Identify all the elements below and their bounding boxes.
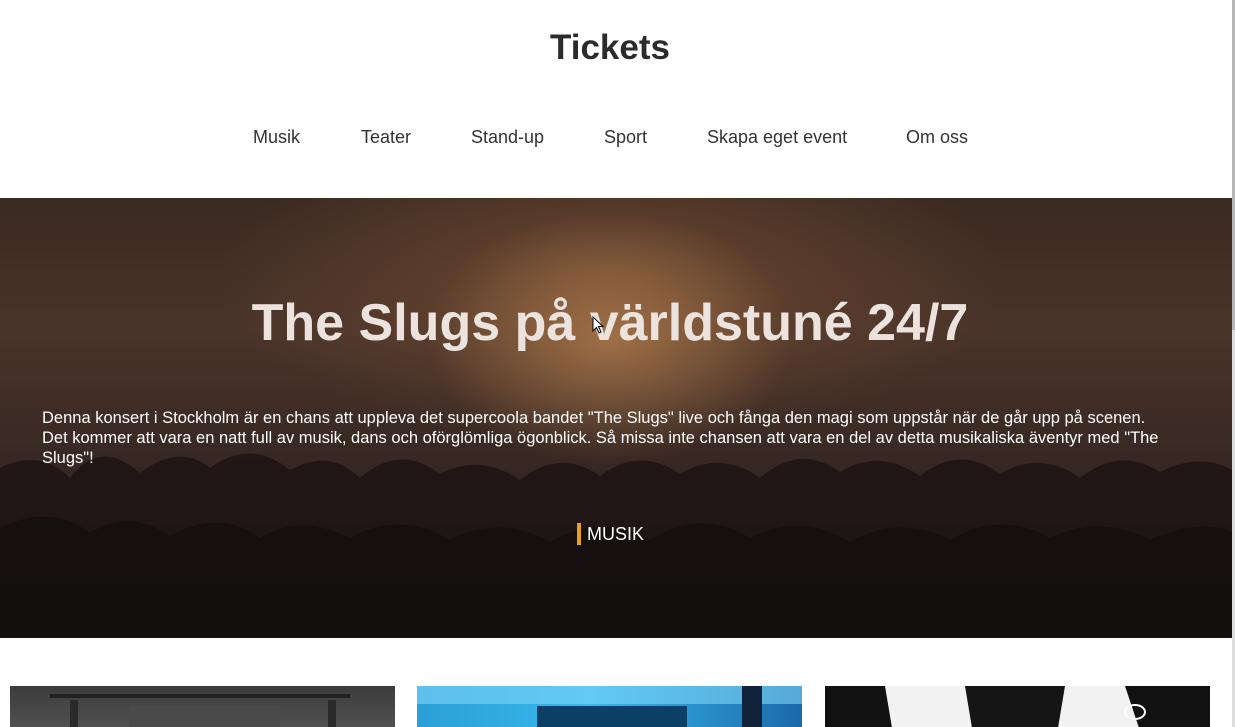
event-card-image: [417, 686, 802, 727]
nav-item-sport[interactable]: Sport: [604, 127, 647, 148]
hero-title: The Slugs på världstuné 24/7: [251, 294, 969, 352]
nav-item-teater[interactable]: Teater: [361, 127, 411, 148]
page: Tickets Musik Teater Stand-up Sport Skap…: [0, 0, 1235, 727]
category-tag[interactable]: MUSIK: [577, 523, 644, 545]
event-card-image: [825, 686, 1210, 727]
hero-description: Denna konsert i Stockholm är en chans at…: [42, 409, 1159, 467]
nav-item-om-oss[interactable]: Om oss: [906, 127, 968, 148]
site-title[interactable]: Tickets: [0, 28, 1220, 68]
event-card-3[interactable]: [825, 686, 1210, 727]
event-card-image: [50, 694, 350, 727]
event-card-2[interactable]: [417, 686, 802, 727]
nav-item-stand-up[interactable]: Stand-up: [471, 127, 544, 148]
nav-item-skapa-eget-event[interactable]: Skapa eget event: [707, 127, 847, 148]
hero-banner: The Slugs på världstuné 24/7 Denna konse…: [0, 198, 1232, 638]
event-card-1[interactable]: [10, 686, 395, 727]
nav-item-musik[interactable]: Musik: [253, 127, 300, 148]
mouse-cursor-icon: [592, 316, 604, 334]
main-nav: Musik Teater Stand-up Sport Skapa eget e…: [0, 127, 1220, 153]
